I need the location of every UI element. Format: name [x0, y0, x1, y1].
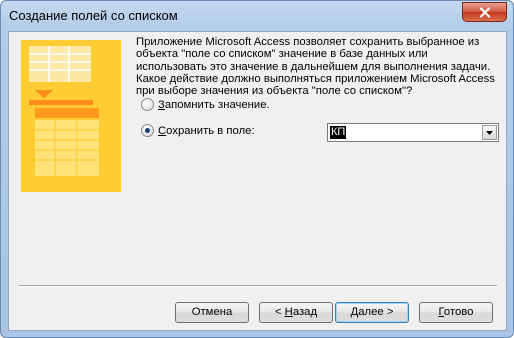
field-select-value: КП — [330, 126, 347, 139]
dialog-body: Приложение Microsoft Access позволяет со… — [8, 31, 507, 331]
wizard-description: Приложение Microsoft Access позволяет со… — [136, 36, 495, 98]
back-button-label: < Назад — [274, 306, 318, 318]
field-select-dropdown-button[interactable] — [482, 125, 497, 140]
cancel-button-label: Отмена — [191, 306, 233, 318]
remember-value-option[interactable]: Запомнить значение. — [141, 98, 270, 111]
cancel-button[interactable]: Отмена — [175, 302, 249, 323]
button-separator — [19, 285, 497, 287]
finish-button[interactable]: Готово — [419, 302, 493, 323]
wizard-illustration — [21, 40, 121, 192]
save-in-field-label: Сохранить в поле: — [158, 124, 255, 137]
chevron-down-icon — [486, 130, 493, 135]
finish-button-label: Готово — [438, 306, 474, 318]
back-button[interactable]: < Назад — [259, 302, 333, 323]
combo-box-illustration-icon — [21, 40, 121, 192]
close-button[interactable] — [462, 2, 507, 22]
save-in-field-option[interactable]: Сохранить в поле: — [141, 124, 255, 137]
next-button-label: Далее > — [350, 306, 394, 318]
wizard-window: Создание полей со списком Приложение Mic… — [0, 0, 514, 338]
remember-value-label: Запомнить значение. — [158, 98, 270, 111]
field-select[interactable]: КП — [327, 123, 499, 142]
save-in-field-radio[interactable] — [141, 124, 154, 137]
next-button[interactable]: Далее > — [335, 302, 409, 323]
remember-value-radio[interactable] — [141, 98, 154, 111]
close-icon — [479, 6, 490, 18]
window-title: Создание полей со списком — [9, 8, 178, 23]
title-bar[interactable]: Создание полей со списком — [1, 1, 513, 31]
